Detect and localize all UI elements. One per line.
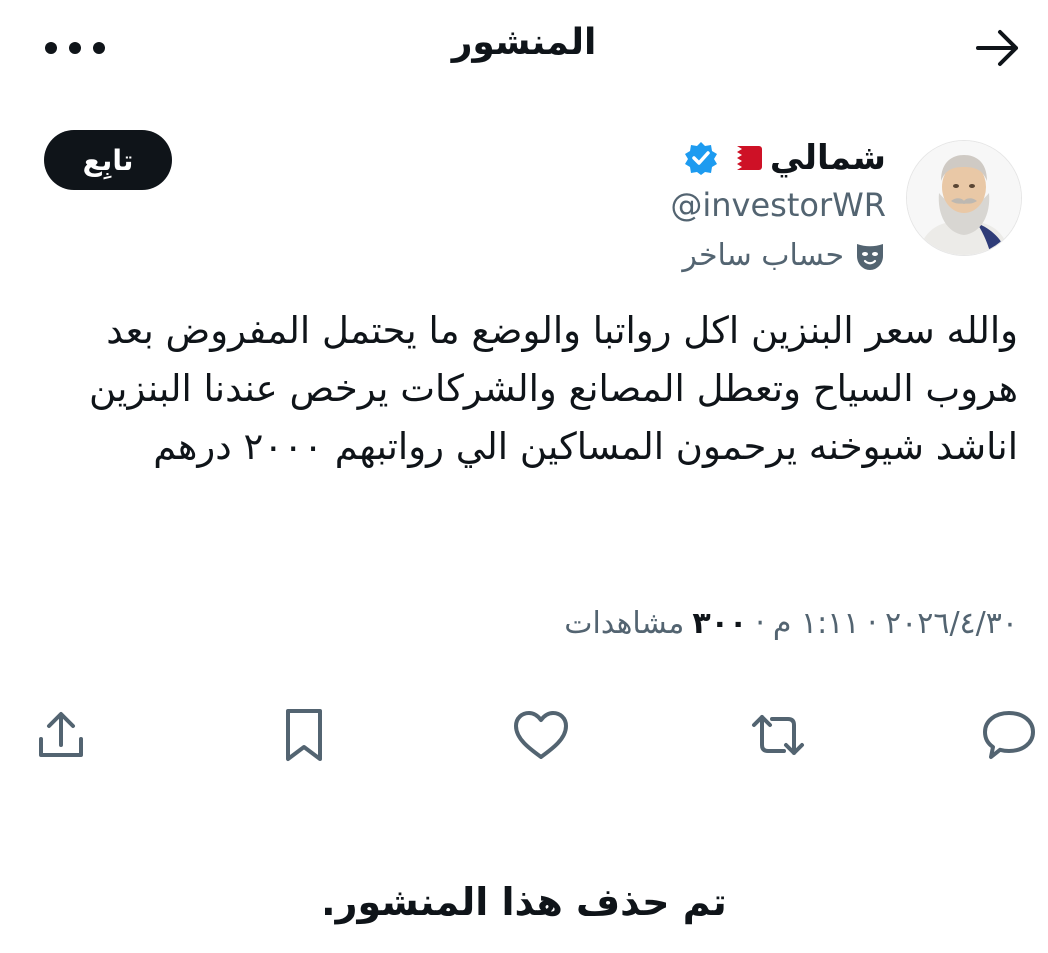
share-button[interactable] [28, 702, 94, 768]
heart-icon [514, 711, 568, 759]
views-label: مشاهدات [564, 606, 685, 641]
bahrain-flag-icon [725, 146, 762, 170]
theater-mask-icon [857, 243, 883, 270]
meta-separator: · [755, 606, 765, 641]
post-date: ٢٠٢٦/٤/٣٠ [884, 606, 1018, 641]
post-time: ١:١١ م [772, 606, 860, 641]
retweet-icon [752, 715, 804, 755]
author-name-row: شمالي [684, 136, 886, 180]
more-options-button[interactable] [40, 28, 110, 68]
views-count: ٣٠٠ [692, 606, 748, 641]
parody-account-label: حساب ساخر [682, 238, 886, 273]
header: المنشور [0, 0, 1048, 96]
follow-button[interactable]: تابِع [44, 130, 172, 190]
like-button[interactable] [508, 702, 574, 768]
bookmark-icon [286, 709, 322, 761]
reply-button[interactable] [976, 702, 1042, 768]
action-bar [0, 690, 1048, 780]
post-deleted-notice: تم حذف هذا المنشور. [321, 880, 727, 924]
author-name[interactable]: شمالي [770, 138, 886, 178]
page-title: المنشور [451, 22, 597, 63]
verified-badge-icon [684, 142, 717, 175]
avatar[interactable] [906, 140, 1022, 256]
more-dots-icon [45, 42, 105, 54]
share-icon [39, 712, 83, 757]
reply-icon [983, 711, 1035, 759]
repost-button[interactable] [745, 702, 811, 768]
bookmark-button[interactable] [271, 702, 337, 768]
post-text: والله سعر البنزين اكل رواتبا والوضع ما ي… [89, 309, 1018, 468]
meta-separator: · [867, 606, 877, 641]
author-handle[interactable]: @investorWR [670, 186, 886, 224]
parody-label-text: حساب ساخر [682, 238, 844, 273]
avatar-image [907, 141, 1021, 255]
post-page: المنشور شمالي @investorWR حساب ساخر تابِ… [0, 0, 1048, 953]
post-meta: ٢٠٢٦/٤/٣٠ · ١:١١ م · ٣٠٠ مشاهدات [564, 606, 1018, 641]
